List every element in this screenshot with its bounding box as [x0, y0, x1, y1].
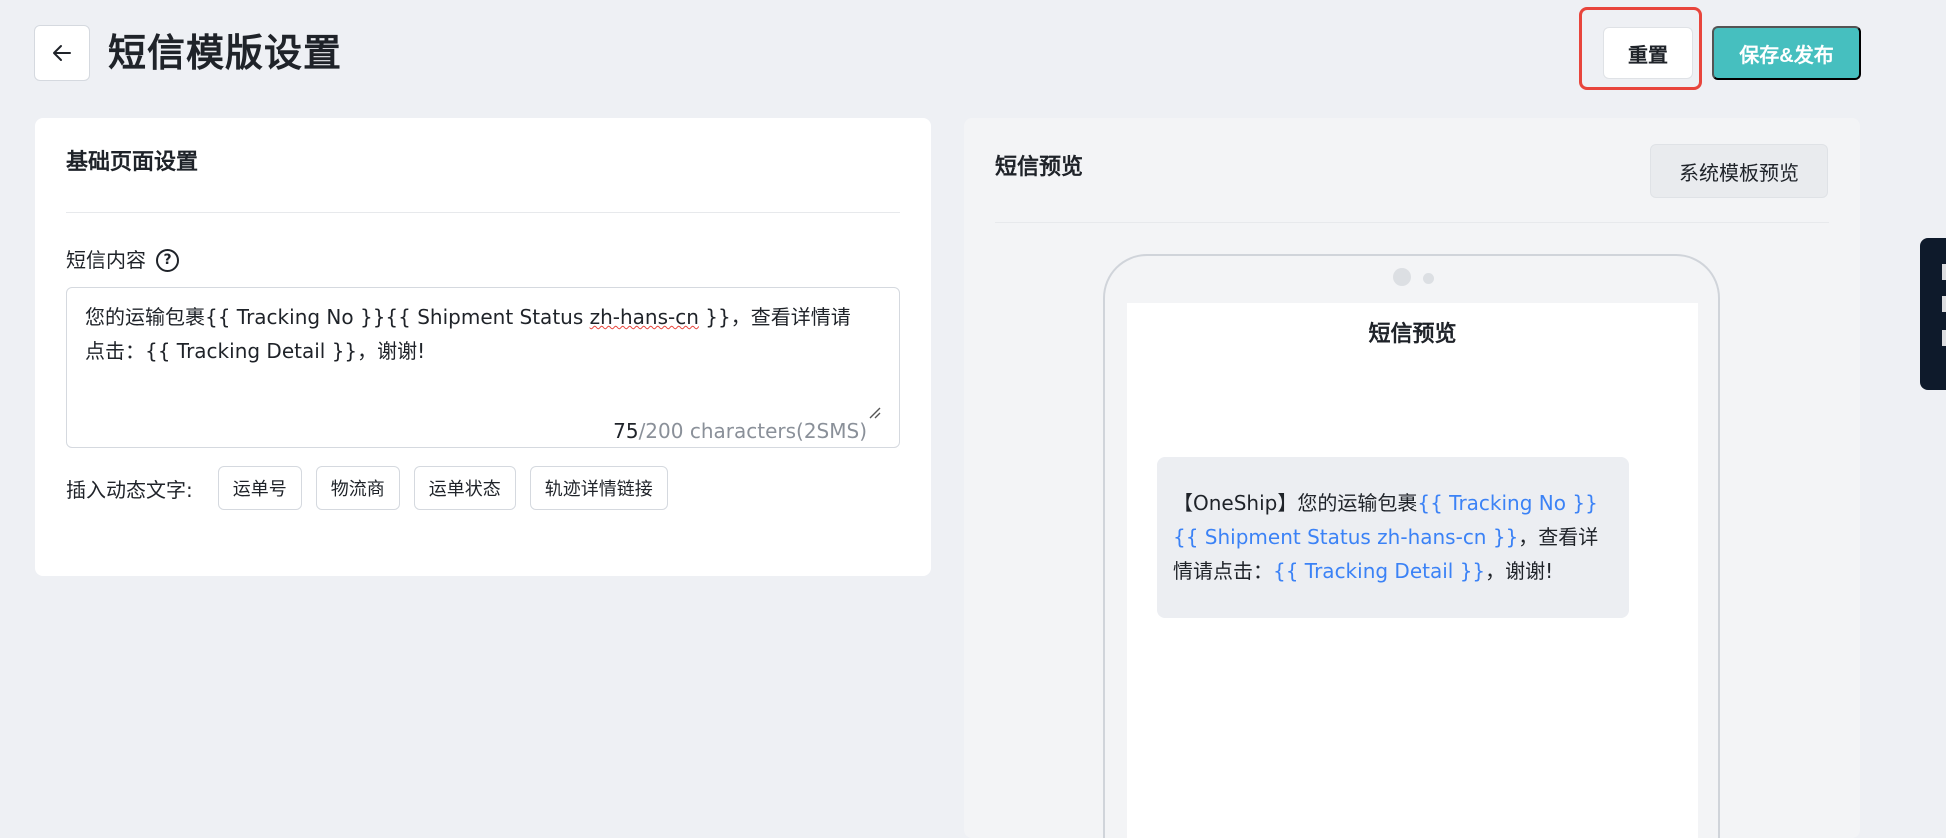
screen-title: 短信预览 [1368, 322, 1457, 347]
page-title: 短信模版设置 [108, 31, 343, 75]
page: 短信模版设置 重置 保存&发布 基础页面设置 短信内容 ? 您的运输包裹{{ T… [0, 0, 1946, 838]
reset-button[interactable]: 重置 [1603, 27, 1693, 79]
phone-mockup: 短信预览 【OneShip】您的运输包裹{{ Tracking No }}{{ … [1103, 254, 1720, 838]
divider [66, 212, 900, 213]
divider [995, 222, 1829, 223]
phone-sensor-icon [1423, 273, 1434, 284]
arrow-left-icon [53, 45, 71, 61]
side-tab-glyph [1942, 264, 1946, 280]
message-variable: {{ Tracking Detail }} [1273, 559, 1486, 583]
back-button[interactable] [34, 25, 90, 81]
system-template-preview-button[interactable]: 系统模板预览 [1650, 144, 1828, 198]
char-count-used: 75 [613, 419, 639, 443]
resize-handle-icon[interactable] [867, 405, 881, 419]
side-tab-glyph [1942, 330, 1946, 346]
phone-camera-icon [1393, 268, 1411, 286]
sms-message-bubble: 【OneShip】您的运输包裹{{ Tracking No }}{{ Shipm… [1157, 457, 1629, 618]
content-part: 您的运输包裹{{ Tracking No }}{{ Shipment Statu… [85, 305, 590, 329]
content-part-misspelled: zh-hans-cn [589, 305, 699, 329]
help-icon[interactable]: ? [156, 248, 179, 272]
insert-tracking-link-button[interactable]: 轨迹详情链接 [529, 466, 668, 510]
sms-content-label-text: 短信内容 [66, 248, 146, 272]
sms-content-text: 您的运输包裹{{ Tracking No }}{{ Shipment Statu… [85, 300, 859, 368]
section-title: 基础页面设置 [66, 150, 199, 175]
char-counter: 75/200 characters(2SMS) [613, 417, 867, 445]
message-text: ，谢谢! [1485, 559, 1554, 583]
sms-content-label: 短信内容 ? [66, 246, 179, 274]
basic-settings-card: 基础页面设置 短信内容 ? 您的运输包裹{{ Tracking No }}{{ … [35, 118, 931, 576]
insert-dynamic-text-row: 插入动态文字: 运单号 物流商 运单状态 轨迹详情链接 [66, 466, 682, 510]
insert-dynamic-text-label: 插入动态文字: [66, 477, 193, 502]
message-text: 【OneShip】您的运输包裹 [1173, 491, 1418, 515]
insert-carrier-button[interactable]: 物流商 [315, 466, 400, 510]
side-tab-glyph [1942, 296, 1946, 312]
phone-screen: 短信预览 【OneShip】您的运输包裹{{ Tracking No }}{{ … [1127, 303, 1698, 838]
preview-title: 短信预览 [995, 155, 1084, 180]
sms-preview-card: 短信预览 系统模板预览 短信预览 【OneShip】您的运输包裹{{ Track… [964, 118, 1860, 838]
char-count-limit: /200 characters(2SMS) [638, 419, 867, 443]
insert-shipment-status-button[interactable]: 运单状态 [413, 466, 516, 510]
save-publish-button[interactable]: 保存&发布 [1712, 26, 1861, 80]
side-floating-tab[interactable] [1920, 238, 1946, 390]
insert-tracking-no-button[interactable]: 运单号 [217, 466, 302, 510]
sms-content-textarea[interactable]: 您的运输包裹{{ Tracking No }}{{ Shipment Statu… [66, 287, 900, 448]
